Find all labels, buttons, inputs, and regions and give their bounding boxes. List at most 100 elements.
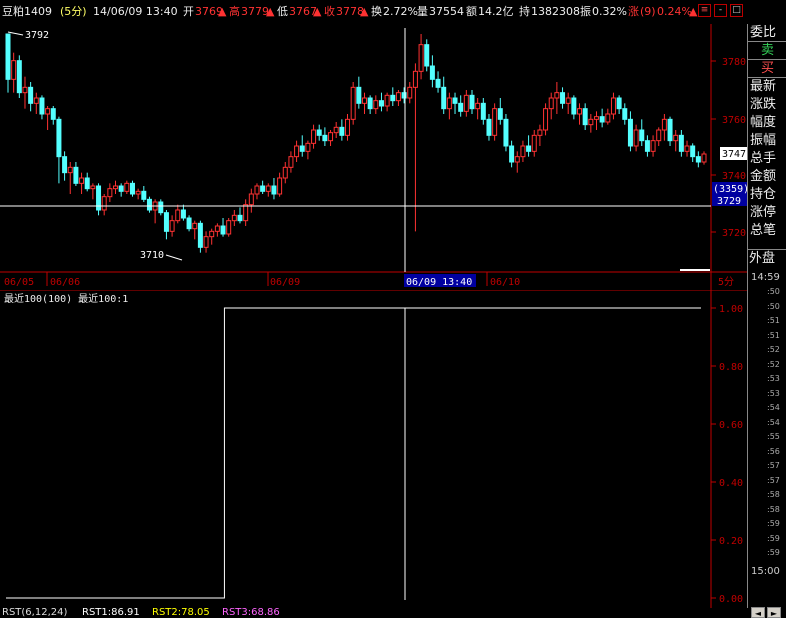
outer-disk-label[interactable]: 外盘: [747, 249, 786, 269]
candle-body: [260, 185, 266, 192]
candle-body: [129, 182, 135, 195]
volume-label: 量: [417, 5, 428, 18]
price-tick-label: 3720: [722, 228, 746, 239]
candle-body: [475, 102, 481, 110]
candle-body: [39, 97, 45, 115]
candle-body: [214, 225, 220, 232]
candle-body: [158, 201, 164, 214]
candle-body: [299, 145, 305, 152]
candle-body: [458, 102, 464, 112]
indicator-tick-label: 0.00: [719, 594, 743, 605]
candle-body: [322, 134, 328, 142]
candle-body: [548, 97, 554, 110]
datetime-label: 14/06/09 13:40: [93, 5, 178, 18]
amount-value: 14.2亿: [478, 5, 514, 18]
change-label: 涨: [628, 5, 639, 18]
candle-body: [5, 33, 11, 80]
indicator-tick-label: 0.80: [719, 362, 743, 373]
candle-body: [667, 118, 673, 142]
candle-body: [650, 140, 656, 152]
scroll-left-button[interactable]: ◄: [751, 607, 765, 618]
change-pct-label: 幅度: [750, 115, 777, 130]
candle-body: [554, 92, 560, 99]
candle-body: [435, 78, 441, 88]
candle-body: [684, 145, 690, 152]
tick-minute: :57: [767, 475, 780, 485]
candle-body: [452, 97, 458, 104]
tick-minute: :57: [767, 461, 780, 470]
candle-body: [62, 156, 68, 174]
candle-body: [656, 129, 662, 142]
candle-body: [610, 97, 616, 115]
candle-body: [311, 129, 317, 144]
symbol-name[interactable]: 豆粕1409: [2, 5, 52, 18]
candle-body: [582, 108, 588, 126]
rst2-value: RST2:78.05: [152, 608, 210, 618]
up-arrow-icon: ▲: [313, 5, 322, 18]
candle-body: [141, 190, 147, 200]
indicator-line: [6, 307, 701, 599]
candle-body: [175, 209, 181, 222]
candle-body: [294, 145, 300, 158]
turnover-value: 2.72%: [383, 5, 418, 18]
candle-body: [73, 166, 79, 184]
date-label: 06/05: [4, 277, 34, 288]
tick-minute: :53: [767, 374, 780, 383]
open-interest-label: 持仓: [750, 187, 777, 202]
settings-icon[interactable]: ≡: [698, 4, 711, 17]
candle-body: [661, 118, 667, 131]
indicator-tick-label: 0.60: [719, 420, 743, 431]
price-chart[interactable]: 3780 3760 3740 3720 3747 (3359) 3729 379…: [0, 24, 747, 290]
tick-minute: :54: [767, 417, 780, 427]
low-label: 低: [277, 5, 288, 18]
order-ratio-label[interactable]: 委比: [748, 24, 786, 42]
candle-body: [605, 113, 611, 123]
candle-body: [486, 118, 492, 136]
low-marker: 3710: [140, 250, 183, 261]
tick-minute: :51: [767, 330, 780, 340]
candle-body: [622, 108, 628, 120]
up-arrow-icon: ▲: [360, 5, 369, 18]
indicator-tick-label: 1.00: [719, 304, 743, 315]
candle-body: [277, 177, 283, 195]
total-volume-label: 总手: [750, 151, 777, 166]
rst3-value: RST3:68.86: [222, 608, 280, 618]
indicator-axis-labels: 1.00 0.80 0.60 0.40 0.20 0.00: [711, 304, 743, 605]
candle-body: [192, 222, 198, 230]
candle-body: [345, 118, 351, 136]
change-value: (9): [640, 5, 656, 18]
candle-body: [690, 145, 696, 158]
up-arrow-icon: ▲: [218, 5, 227, 18]
high-marker: 3792: [7, 30, 49, 41]
candle-body: [220, 225, 226, 235]
candle-body: [203, 236, 209, 248]
last-price-value: 3747: [722, 149, 746, 160]
maximize-icon[interactable]: □: [730, 4, 743, 17]
candle-body: [11, 60, 17, 80]
price-tick-label: 3760: [722, 115, 746, 126]
candle-body: [350, 86, 356, 120]
indicator-title: 最近100(100) 最近100:1: [4, 292, 128, 305]
candle-body: [526, 145, 532, 152]
tick-minute: :54: [767, 403, 780, 412]
minimize-icon[interactable]: -: [714, 4, 727, 17]
rst-label[interactable]: RST(6,12,24): [2, 608, 67, 618]
ask-label[interactable]: 卖: [748, 42, 786, 60]
candle-body: [243, 204, 249, 222]
scroll-right-button[interactable]: ►: [767, 607, 781, 618]
bid-label[interactable]: 买: [748, 60, 786, 78]
date-label: 06/06: [50, 277, 80, 288]
candle-body: [424, 44, 430, 67]
period-label[interactable]: (5分): [60, 5, 87, 18]
candle-body: [560, 92, 566, 104]
volume-value: 37554: [429, 5, 464, 18]
candle-body: [463, 94, 469, 112]
candle-body: [333, 126, 339, 134]
indicator-chart[interactable]: 最近100(100) 最近100:1 1.00 0.80 0.60 0.40 0.20 0…: [0, 290, 747, 608]
candle-body: [45, 108, 51, 115]
candle-body: [56, 118, 62, 158]
candle-body: [146, 198, 152, 211]
candle-body: [186, 217, 192, 230]
candle-body: [367, 97, 373, 110]
candlestick-series: [5, 33, 707, 253]
